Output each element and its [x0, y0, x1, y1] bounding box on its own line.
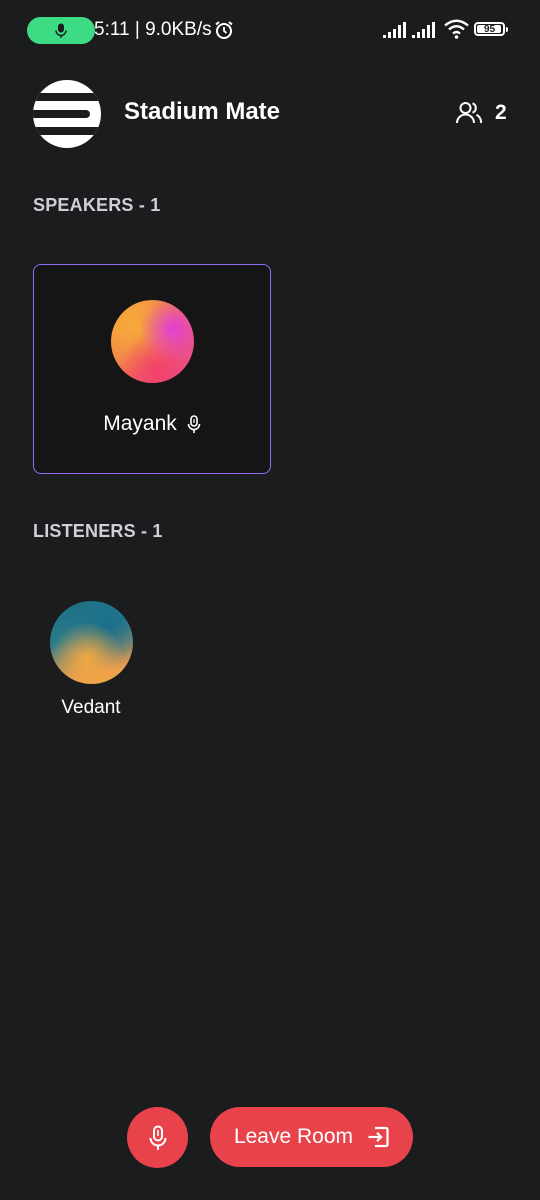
- mic-icon: [187, 414, 201, 433]
- speaker-card[interactable]: Mayank: [33, 264, 271, 474]
- speaker-name: Mayank: [103, 412, 177, 435]
- mic-toggle-button[interactable]: [127, 1107, 188, 1168]
- room-title: Stadium Mate: [124, 98, 281, 125]
- wifi-icon: [444, 19, 469, 39]
- mic-icon: [149, 1125, 166, 1150]
- participants-count: 2: [495, 101, 507, 124]
- battery-icon: 95: [474, 22, 508, 36]
- avatar: [49, 601, 133, 684]
- mic-active-indicator[interactable]: [27, 17, 95, 44]
- status-time-speed: 5:11 | 9.0KB/s: [94, 19, 212, 40]
- listeners-section-label: LISTENERS - 1: [33, 521, 163, 541]
- signal-icon: [383, 22, 406, 38]
- speaker-name-row: Mayank: [34, 412, 270, 436]
- speakers-section-label: SPEAKERS - 1: [33, 195, 161, 215]
- exit-icon: [368, 1126, 389, 1148]
- leave-room-label: Leave Room: [233, 1125, 354, 1148]
- mic-icon: [55, 23, 67, 38]
- room-logo: [33, 80, 101, 148]
- listener-item[interactable]: Vedant: [45, 601, 137, 719]
- status-bar: 5:11 | 9.0KB/s 95: [0, 0, 540, 62]
- leave-room-button[interactable]: Leave Room: [210, 1107, 413, 1167]
- battery-level-text: 95: [483, 23, 496, 35]
- signal-icon: [412, 22, 435, 38]
- listener-name: Vedant: [61, 697, 121, 718]
- avatar: [111, 300, 194, 383]
- users-icon: [456, 102, 483, 124]
- participants-button[interactable]: 2: [455, 99, 507, 127]
- alarm-icon: [215, 21, 233, 39]
